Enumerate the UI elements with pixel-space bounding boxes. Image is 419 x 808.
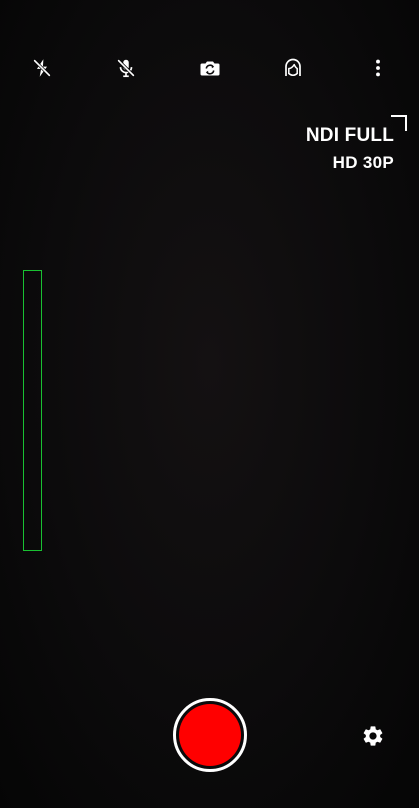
gear-icon (363, 726, 383, 746)
camera-viewfinder[interactable]: NDI FULL HD 30P (0, 0, 419, 808)
top-toolbar (0, 46, 419, 90)
stream-format-indicator[interactable]: NDI FULL HD 30P (306, 125, 394, 174)
face-icon (285, 58, 301, 76)
camera-flip-icon (200, 61, 220, 76)
flash-off-icon (33, 59, 51, 77)
record-dot (179, 704, 241, 766)
more-options-button[interactable] (356, 46, 400, 90)
switch-camera-button[interactable] (188, 46, 232, 90)
mic-toggle-button[interactable] (104, 46, 148, 90)
record-button[interactable] (173, 698, 247, 772)
mic-off-icon (117, 59, 135, 78)
resolution-label: HD 30P (332, 153, 394, 172)
flash-toggle-button[interactable] (20, 46, 64, 90)
audio-level-meter (23, 270, 42, 551)
face-mode-button[interactable] (271, 46, 315, 90)
more-vert-icon (376, 59, 380, 77)
stream-mode-label: NDI FULL (305, 125, 394, 146)
settings-button[interactable] (358, 721, 388, 751)
